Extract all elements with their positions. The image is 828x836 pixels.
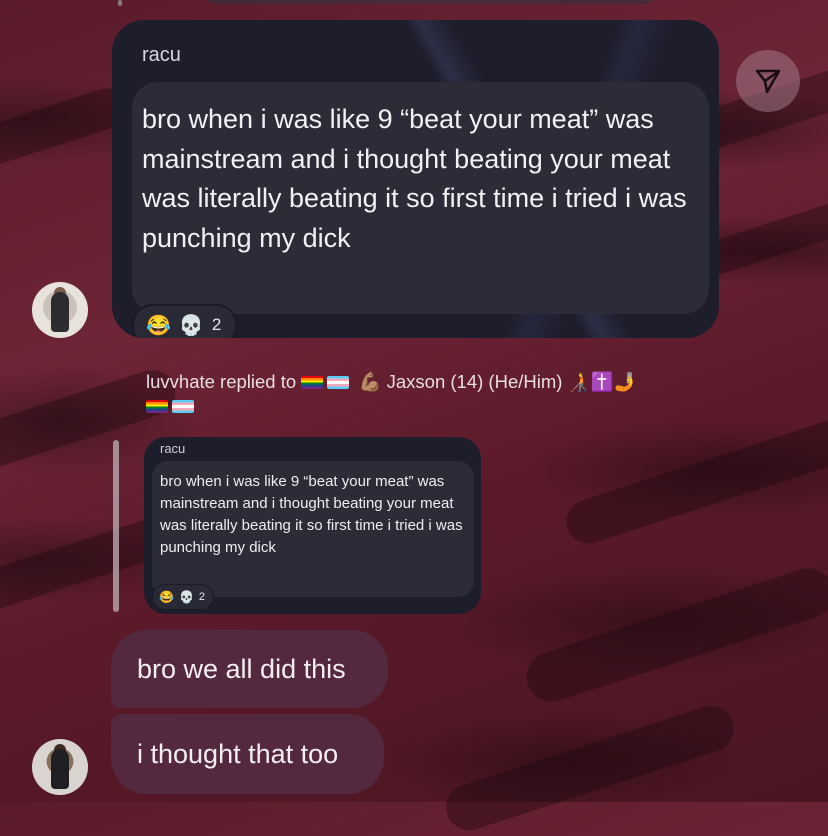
avatar[interactable]	[32, 739, 88, 795]
chat-message[interactable]: bro we all did this	[111, 630, 388, 708]
reaction-count: 2	[211, 315, 222, 334]
previous-message-edge	[190, 0, 670, 4]
screenshot-text: bro when i was like 9 “beat your meat” w…	[142, 104, 687, 253]
quoted-reactions: 😂 💀 2	[152, 584, 215, 610]
skull-emoji-icon: 💀	[178, 314, 204, 337]
reaction-count: 2	[198, 591, 206, 603]
target-emojis: 🧑‍🦯✝️🤳	[567, 371, 637, 392]
trans-flag-icon	[327, 376, 350, 389]
reply-context: luvvhate replied to 💪🏽 Jaxson (14) (He/H…	[146, 370, 746, 418]
laughing-emoji-icon: 😂	[159, 590, 174, 604]
quoted-text: bro when i was like 9 “beat your meat” w…	[160, 473, 463, 556]
skull-emoji-icon: 💀	[178, 590, 194, 604]
pride-flag-icon	[146, 400, 168, 413]
trans-flag-icon	[172, 400, 194, 413]
send-icon	[755, 69, 781, 94]
quoted-sender: racu	[160, 441, 186, 456]
share-button[interactable]	[736, 50, 800, 112]
avatar[interactable]	[32, 282, 88, 338]
reply-actor: luvvhate	[146, 371, 215, 392]
message-text: i thought that too	[137, 738, 339, 769]
pride-flag-icon	[301, 376, 324, 389]
chat-message[interactable]: i thought that too	[111, 714, 384, 794]
screenshot-reactions: 😂 💀 2	[132, 304, 238, 338]
raised-hand-icon: 💪🏽	[358, 371, 382, 392]
reply-indicator-bar	[113, 440, 119, 612]
shared-screenshot-message[interactable]: racu bro when i was like 9 “beat your me…	[112, 20, 719, 338]
reply-action: replied to	[220, 371, 297, 392]
quoted-screenshot[interactable]: racu bro when i was like 9 “beat your me…	[144, 437, 481, 614]
laughing-emoji-icon: 😂	[146, 314, 171, 337]
screenshot-sender: racu	[142, 44, 181, 66]
reply-line-top	[118, 0, 122, 6]
message-text: bro we all did this	[137, 653, 346, 684]
reply-target-name: Jaxson (14) (He/Him)	[386, 371, 563, 392]
